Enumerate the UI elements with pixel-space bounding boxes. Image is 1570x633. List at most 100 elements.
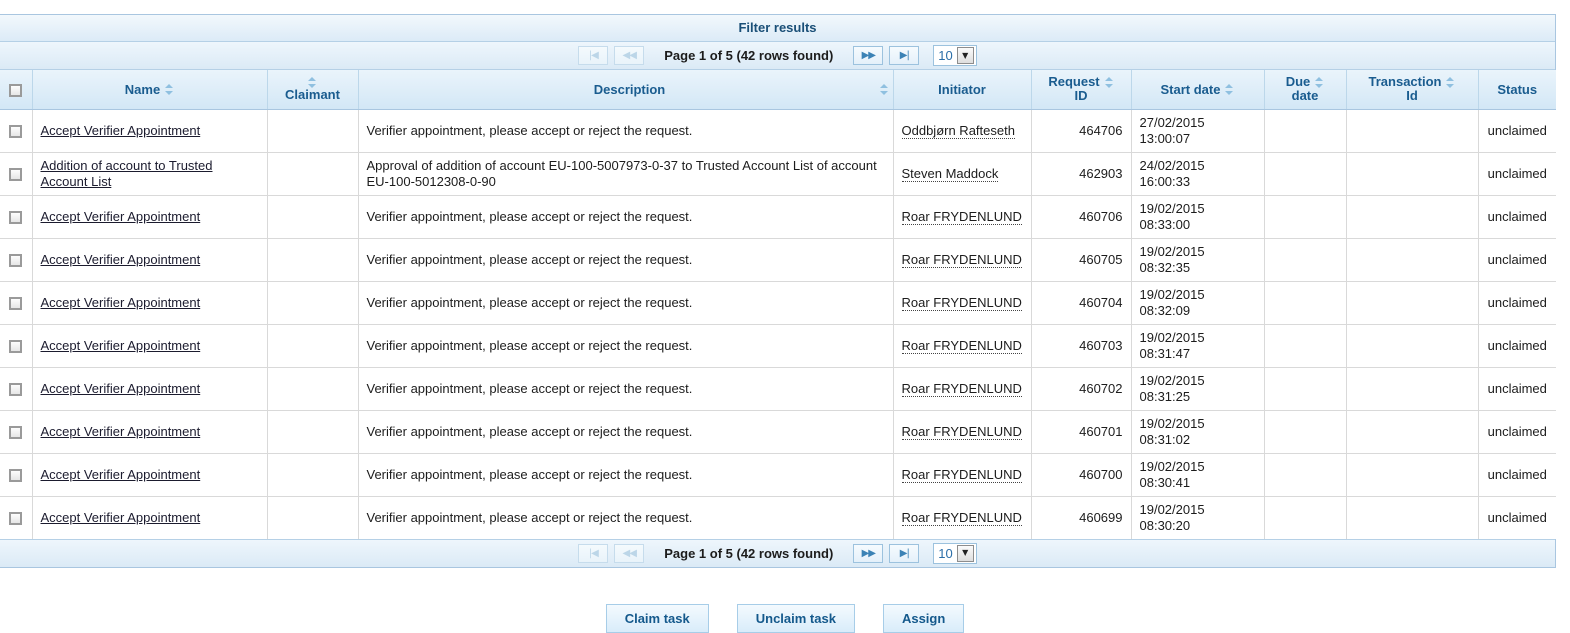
sort-icon[interactable] <box>1225 83 1234 96</box>
next-page-button-top[interactable]: ▶▶ <box>853 46 884 65</box>
cell-request-id: 460702 <box>1031 367 1132 411</box>
row-select-cell <box>0 496 33 539</box>
last-page-icon: ▶| <box>899 50 910 61</box>
cell-name: Accept Verifier Appointment <box>32 453 268 497</box>
task-name-link[interactable]: Accept Verifier Appointment <box>41 252 201 267</box>
sort-icon[interactable] <box>1446 76 1455 89</box>
row-checkbox[interactable] <box>9 339 23 353</box>
cell-start-date: 19/02/2015 08:31:47 <box>1131 324 1265 368</box>
task-name-link[interactable]: Accept Verifier Appointment <box>41 209 201 224</box>
prev-page-button-bottom[interactable]: ◀◀ <box>614 543 645 563</box>
task-name-link[interactable]: Accept Verifier Appointment <box>41 295 201 310</box>
cell-claimant <box>267 238 359 282</box>
cell-due-date <box>1264 152 1347 196</box>
cell-request-id: 462903 <box>1031 152 1132 196</box>
cell-status: unclaimed <box>1478 195 1556 239</box>
row-checkbox[interactable] <box>9 210 23 224</box>
row-checkbox[interactable] <box>9 253 23 267</box>
cell-transaction-id <box>1346 496 1479 539</box>
cell-claimant <box>267 109 359 153</box>
task-name-link[interactable]: Accept Verifier Appointment <box>41 467 201 482</box>
row-checkbox[interactable] <box>9 382 23 396</box>
next-page-button-bottom[interactable]: ▶▶ <box>853 543 884 563</box>
last-page-icon: ▶| <box>899 547 910 559</box>
cell-name: Accept Verifier Appointment <box>32 195 268 239</box>
sort-icon[interactable] <box>165 83 174 96</box>
cell-due-date <box>1264 496 1347 539</box>
cell-initiator: Roar FRYDENLUND <box>893 324 1032 368</box>
page-size-select-bottom[interactable]: 10 ▼ <box>933 542 977 564</box>
unclaim-task-button[interactable]: Unclaim task <box>736 603 855 633</box>
chevron-down-icon[interactable]: ▼ <box>956 47 974 64</box>
pagination-label-bottom: Page 1 of 5 (42 rows found) <box>664 545 834 561</box>
cell-start-date: 19/02/2015 08:31:02 <box>1131 410 1265 454</box>
cell-due-date <box>1264 410 1347 454</box>
cell-description: Verifier appointment, please accept or r… <box>358 367 894 411</box>
cell-initiator: Roar FRYDENLUND <box>893 453 1032 497</box>
cell-start-date: 19/02/2015 08:32:35 <box>1131 238 1265 282</box>
column-header-transaction-id[interactable]: Transaction Id <box>1346 70 1479 110</box>
column-header-start-date[interactable]: Start date <box>1131 70 1265 110</box>
row-select-cell <box>0 367 33 411</box>
column-header-claimant[interactable]: Claimant <box>267 70 359 110</box>
row-select-cell <box>0 324 33 368</box>
row-checkbox[interactable] <box>9 167 23 181</box>
row-checkbox[interactable] <box>9 511 23 525</box>
chevron-down-icon[interactable]: ▼ <box>956 544 974 562</box>
table-row: Accept Verifier Appointment Verifier appo… <box>0 410 1556 454</box>
assign-button[interactable]: Assign <box>882 603 965 633</box>
cell-transaction-id <box>1346 195 1479 239</box>
cell-claimant <box>267 195 359 239</box>
cell-description: Verifier appointment, please accept or r… <box>358 324 894 368</box>
column-label-transaction-id-line2: Id <box>1406 88 1418 104</box>
select-all-checkbox[interactable] <box>9 83 23 97</box>
cell-name: Accept Verifier Appointment <box>32 367 268 411</box>
row-checkbox[interactable] <box>9 468 23 482</box>
cell-status: unclaimed <box>1478 324 1556 368</box>
column-label-status: Status <box>1497 81 1538 97</box>
last-page-button-bottom[interactable]: ▶| <box>889 543 920 563</box>
column-header-description[interactable]: Description <box>358 70 894 110</box>
first-page-button-top[interactable]: |◀ <box>578 46 609 65</box>
row-select-cell <box>0 195 33 239</box>
task-name-link[interactable]: Accept Verifier Appointment <box>41 424 201 439</box>
next-page-icon: ▶▶ <box>861 547 876 559</box>
cell-request-id: 460699 <box>1031 496 1132 539</box>
cell-due-date <box>1264 109 1347 153</box>
initiator-name: Roar FRYDENLUND <box>901 208 1022 225</box>
cell-transaction-id <box>1346 109 1479 153</box>
sort-icon[interactable] <box>1104 76 1114 89</box>
row-checkbox[interactable] <box>9 425 23 439</box>
task-name-link[interactable]: Accept Verifier Appointment <box>41 510 201 525</box>
page-size-select-top[interactable]: 10 ▼ <box>933 45 977 66</box>
task-name-link[interactable]: Addition of account to Trusted Account L… <box>41 158 213 189</box>
row-checkbox[interactable] <box>9 124 23 138</box>
task-name-link[interactable]: Accept Verifier Appointment <box>41 338 201 353</box>
header-row: Name Claimant Description Initiator Requ… <box>0 70 1556 110</box>
task-name-link[interactable]: Accept Verifier Appointment <box>41 381 201 396</box>
column-header-due-date[interactable]: Due date <box>1264 70 1347 110</box>
sort-icon[interactable] <box>308 76 317 89</box>
table-body: Accept Verifier Appointment Verifier appo… <box>0 109 1556 539</box>
sort-icon[interactable] <box>1315 76 1324 89</box>
column-header-name[interactable]: Name <box>32 70 268 110</box>
select-all-header <box>0 70 33 110</box>
claim-task-button[interactable]: Claim task <box>605 603 709 633</box>
cell-initiator: Roar FRYDENLUND <box>893 410 1032 454</box>
sort-icon[interactable] <box>879 83 889 96</box>
cell-transaction-id <box>1346 453 1479 497</box>
cell-request-id: 460701 <box>1031 410 1132 454</box>
last-page-button-top[interactable]: ▶| <box>889 46 920 65</box>
row-checkbox[interactable] <box>9 296 23 310</box>
filter-results-panel: Filter results |◀ ◀◀ Page 1 of 5 (42 row… <box>0 14 1556 568</box>
first-page-button-bottom[interactable]: |◀ <box>578 543 609 563</box>
prev-page-button-top[interactable]: ◀◀ <box>614 46 645 65</box>
task-name-link[interactable]: Accept Verifier Appointment <box>41 123 201 138</box>
cell-status: unclaimed <box>1478 109 1556 153</box>
cell-claimant <box>267 453 359 497</box>
cell-initiator: Roar FRYDENLUND <box>893 281 1032 325</box>
column-label-due-date: Due <box>1285 74 1311 90</box>
cell-due-date <box>1264 367 1347 411</box>
column-header-initiator[interactable]: Initiator <box>893 70 1032 110</box>
column-header-request-id[interactable]: Request ID <box>1031 70 1132 110</box>
